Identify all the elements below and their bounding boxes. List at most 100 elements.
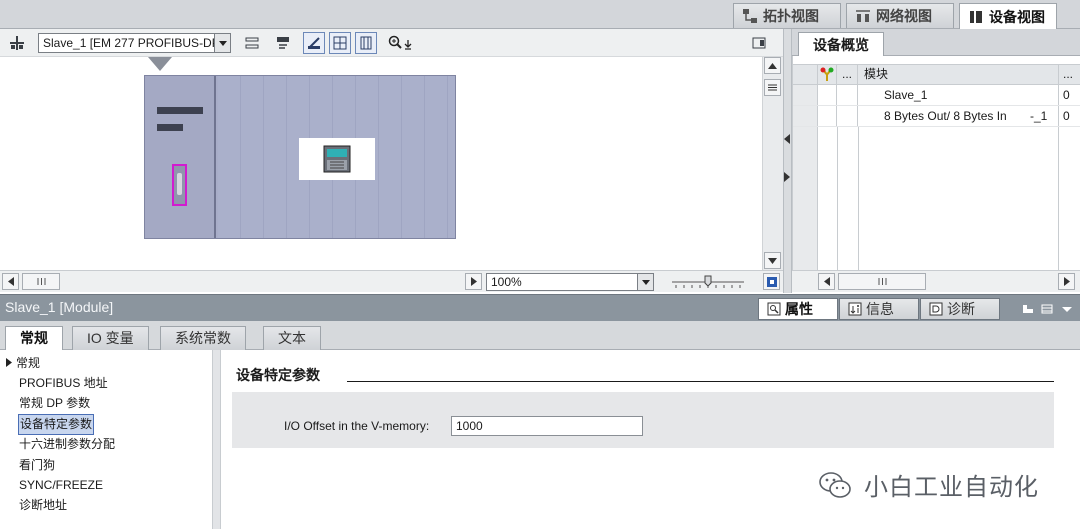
device-canvas[interactable] xyxy=(0,57,762,270)
canvas-status-bar: 100% xyxy=(0,270,783,292)
column-header-more[interactable]: ... xyxy=(1058,65,1080,84)
scroll-left-button[interactable] xyxy=(2,273,19,290)
network-icon xyxy=(856,10,870,22)
inspector-title: Slave_1 [Module] xyxy=(5,299,114,315)
nav-splitter[interactable] xyxy=(213,350,221,529)
slider-track-icon xyxy=(672,275,744,288)
module-label-bar xyxy=(157,107,203,114)
inspector-nav-tree: 常规 PROFIBUS 地址 常规 DP 参数 设备特定参数 十六进制参数分配 … xyxy=(0,350,213,529)
arrange-button[interactable] xyxy=(241,32,263,54)
zoom-slider[interactable] xyxy=(672,275,744,289)
subtab-system-constants[interactable]: 系统常数 xyxy=(160,326,246,350)
tab-info-label: 信息 xyxy=(866,301,894,317)
window-controls-icon xyxy=(1023,304,1072,314)
scroll-right-button[interactable] xyxy=(465,273,482,290)
zoom-value: 100% xyxy=(491,275,522,289)
table-row[interactable]: Slave_1 0 xyxy=(793,85,1080,106)
nav-item-label: 常规 xyxy=(16,356,41,370)
module-column-header[interactable]: 模块 xyxy=(858,65,1058,84)
zoom-select[interactable]: 100% xyxy=(486,273,654,291)
tab-topology-label: 拓扑视图 xyxy=(763,8,819,24)
module-suffix-text: -_1 xyxy=(1030,109,1048,123)
network-connect-icon xyxy=(10,36,24,50)
wechat-icon xyxy=(819,471,851,498)
tab-device-view[interactable]: 设备视图 xyxy=(959,3,1057,29)
nav-item-device-specific-params[interactable]: 设备特定参数 xyxy=(17,414,95,435)
overview-tab-label: 设备概览 xyxy=(813,37,869,53)
rack-button[interactable] xyxy=(355,32,377,54)
nav-item-diagnostic-address[interactable]: 诊断地址 xyxy=(19,496,67,515)
inspector-content: 设备特定参数 I/O Offset in the V-memory: 1000 xyxy=(221,350,1080,529)
nav-item-profibus-address[interactable]: PROFIBUS 地址 xyxy=(19,374,108,393)
arrange-icon xyxy=(245,37,259,49)
subtab-texts[interactable]: 文本 xyxy=(263,326,321,350)
nav-item-hex-param-assignment[interactable]: 十六进制参数分配 xyxy=(19,435,115,454)
module-num-cell: 0 xyxy=(1058,85,1080,105)
page-icon xyxy=(308,37,320,49)
em277-module-front[interactable] xyxy=(145,76,216,238)
nav-item-watchdog[interactable]: 看门狗 xyxy=(19,456,55,475)
overview-horizontal-scrollbar[interactable] xyxy=(792,270,1080,292)
page-break-button[interactable] xyxy=(303,32,325,54)
panel-toggle-button[interactable] xyxy=(748,32,770,54)
splitter-strip[interactable] xyxy=(783,29,792,293)
module-name-cell[interactable]: 8 Bytes Out/ 8 Bytes In -_1 xyxy=(858,106,1058,126)
scroll-down-button[interactable] xyxy=(764,252,781,269)
column-header-dots[interactable]: ... xyxy=(837,65,858,84)
zoom-in-icon xyxy=(388,35,412,50)
device-view-icon xyxy=(970,10,982,23)
tab-diagnostics[interactable]: 诊断 xyxy=(920,298,1000,320)
horizontal-scroll-thumb[interactable] xyxy=(22,273,60,290)
properties-icon xyxy=(767,302,781,316)
scroll-left-button[interactable] xyxy=(818,273,835,290)
rack-tag xyxy=(148,57,172,71)
scroll-up-button[interactable] xyxy=(764,57,781,74)
scroll-right-button[interactable] xyxy=(1058,273,1075,290)
nav-item-sync-freeze[interactable]: SYNC/FREEZE xyxy=(19,476,103,495)
status-column-header[interactable] xyxy=(818,65,837,84)
nav-item-general[interactable]: 常规 xyxy=(6,354,40,373)
param-group: I/O Offset in the V-memory: 1000 xyxy=(232,392,1054,448)
overview-tab-bar: 设备概览 xyxy=(792,29,1080,57)
grid-button[interactable] xyxy=(329,32,351,54)
device-selector[interactable]: Slave_1 [EM 277 PROFIBUS-DP xyxy=(38,33,231,53)
chevron-down-icon[interactable] xyxy=(214,34,230,52)
window-controls[interactable] xyxy=(1022,303,1076,315)
network-connect-button[interactable] xyxy=(6,32,28,54)
canvas-vertical-scrollbar[interactable] xyxy=(762,57,783,270)
profibus-port-icon[interactable] xyxy=(172,164,187,206)
subtab-io-tags[interactable]: IO 变量 xyxy=(72,326,149,350)
tab-diagnostics-label: 诊断 xyxy=(947,301,975,317)
module-image xyxy=(299,138,375,180)
module-name-text: 8 Bytes Out/ 8 Bytes In xyxy=(884,109,1007,123)
zoom-button[interactable] xyxy=(386,32,418,54)
tab-device-overview[interactable]: 设备概览 xyxy=(798,32,884,57)
tab-info[interactable]: 信息 xyxy=(839,298,919,320)
chevron-down-icon[interactable] xyxy=(637,274,653,290)
scroll-options-button[interactable] xyxy=(764,79,781,96)
plc-module-icon xyxy=(323,145,351,173)
watermark-text: 小白工业自动化 xyxy=(864,474,1039,501)
rack[interactable] xyxy=(144,75,456,239)
expand-arrow-icon xyxy=(6,358,12,367)
module-name-cell[interactable]: Slave_1 xyxy=(858,85,1058,105)
tab-network-label: 网络视图 xyxy=(876,8,932,24)
collapse-right-icon[interactable] xyxy=(784,171,791,182)
collapse-left-icon[interactable] xyxy=(784,133,791,144)
nav-item-general-dp-params[interactable]: 常规 DP 参数 xyxy=(19,394,90,413)
editor-toolbar: Slave_1 [EM 277 PROFIBUS-DP xyxy=(0,29,790,57)
horizontal-scroll-thumb[interactable] xyxy=(838,273,926,290)
inspector-subtab-bar: 常规 IO 变量 系统常数 文本 xyxy=(0,321,1080,351)
show-names-button[interactable] xyxy=(272,32,294,54)
subtab-general[interactable]: 常规 xyxy=(5,326,63,351)
tab-network-view[interactable]: 网络视图 xyxy=(846,3,954,28)
watermark: 小白工业自动化 xyxy=(818,467,1039,502)
tab-properties[interactable]: 属性 xyxy=(758,298,838,320)
inspector-title-bar: Slave_1 [Module] 属性 信息 诊断 xyxy=(0,294,1080,321)
fit-view-button[interactable] xyxy=(763,273,780,290)
table-row[interactable]: 8 Bytes Out/ 8 Bytes In -_1 0 xyxy=(793,106,1080,127)
topology-icon xyxy=(743,9,757,23)
tab-topology-view[interactable]: 拓扑视图 xyxy=(733,3,841,28)
tab-device-label: 设备视图 xyxy=(989,8,1045,25)
io-offset-input[interactable]: 1000 xyxy=(451,416,643,436)
